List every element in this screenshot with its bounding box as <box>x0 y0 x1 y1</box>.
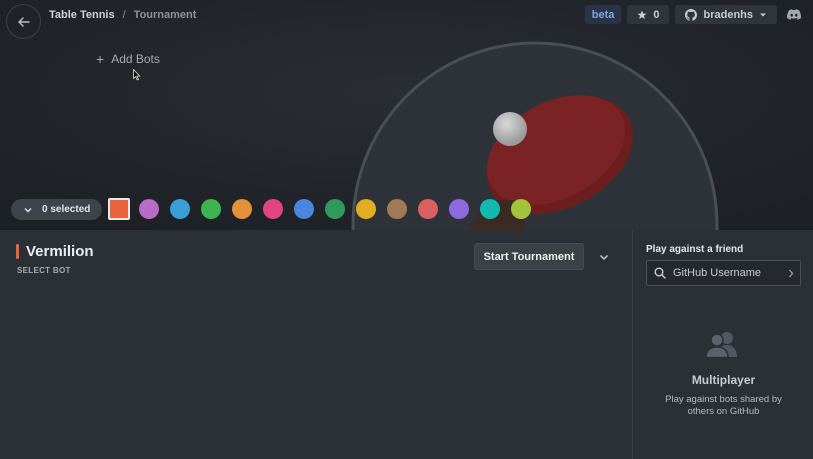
header-actions: beta 0 bradenhs <box>584 5 805 24</box>
bot-color-swatch[interactable] <box>480 199 500 219</box>
bot-name: Vermilion <box>26 243 94 260</box>
multiplayer-title: Multiplayer <box>691 373 756 387</box>
breadcrumb-current: Tournament <box>133 9 197 21</box>
hero-banner: Table Tennis / Tournament beta 0 bradenh… <box>0 0 813 230</box>
add-bots-label: Add Bots <box>111 52 160 66</box>
bot-color-swatch[interactable] <box>232 199 252 219</box>
search-icon <box>654 267 666 279</box>
github-username-field[interactable] <box>646 260 801 286</box>
bot-color-swatch[interactable] <box>325 199 345 219</box>
bot-title: Vermilion <box>16 243 94 260</box>
bot-color-swatch[interactable] <box>356 199 376 219</box>
bot-color-swatch[interactable] <box>449 199 469 219</box>
chevron-down-icon <box>24 207 32 212</box>
arrow-left-icon <box>17 16 30 27</box>
star-button[interactable]: 0 <box>627 5 670 24</box>
friend-panel-title: Play against a friend <box>646 244 744 255</box>
discord-link[interactable] <box>783 5 805 24</box>
bot-color-swatch[interactable] <box>263 199 283 219</box>
chevron-down-icon <box>599 254 609 260</box>
bot-color-swatch[interactable] <box>108 198 130 220</box>
breadcrumb-root[interactable]: Table Tennis <box>49 9 115 21</box>
selected-count-dropdown[interactable]: 0 selected <box>11 199 103 220</box>
bot-color-swatch[interactable] <box>170 199 190 219</box>
bot-color-swatch[interactable] <box>201 199 221 219</box>
github-username-input[interactable] <box>673 267 781 279</box>
star-count: 0 <box>653 8 660 21</box>
tournament-options-toggle[interactable] <box>595 250 613 264</box>
bot-color-swatch[interactable] <box>139 199 159 219</box>
bot-color-swatch[interactable] <box>294 199 314 219</box>
username: bradenhs <box>703 8 753 21</box>
multiplayer-description: Play against bots shared by others on Gi… <box>665 394 782 417</box>
bot-detail-panel: Vermilion SELECT BOT Start Tournament <box>0 230 632 459</box>
ping-pong-illustration <box>0 0 813 230</box>
breadcrumb: Table Tennis / Tournament <box>49 9 196 21</box>
github-icon <box>685 8 698 21</box>
bot-color-indicator <box>16 244 19 259</box>
bot-color-swatch[interactable] <box>387 199 407 219</box>
chevron-right-icon[interactable] <box>788 269 794 278</box>
bot-color-swatch[interactable] <box>511 199 531 219</box>
beta-badge[interactable]: beta <box>584 5 622 24</box>
friend-panel: Play against a friend Multiplayer Play a… <box>632 230 813 459</box>
github-user-menu[interactable]: bradenhs <box>675 5 777 24</box>
breadcrumb-separator: / <box>122 9 126 21</box>
start-tournament-button[interactable]: Start Tournament <box>474 243 584 270</box>
mouse-cursor-icon <box>133 69 141 81</box>
caret-down-icon <box>760 13 766 16</box>
selected-count-label: 0 selected <box>42 204 91 215</box>
users-icon <box>705 332 737 358</box>
star-icon <box>637 10 647 19</box>
back-button[interactable] <box>6 4 41 39</box>
discord-icon <box>787 9 801 20</box>
bot-color-swatch[interactable] <box>418 199 438 219</box>
add-bots-button[interactable]: + Add Bots <box>96 52 160 66</box>
plus-icon: + <box>96 51 105 67</box>
select-bot-label: SELECT BOT <box>17 266 71 275</box>
